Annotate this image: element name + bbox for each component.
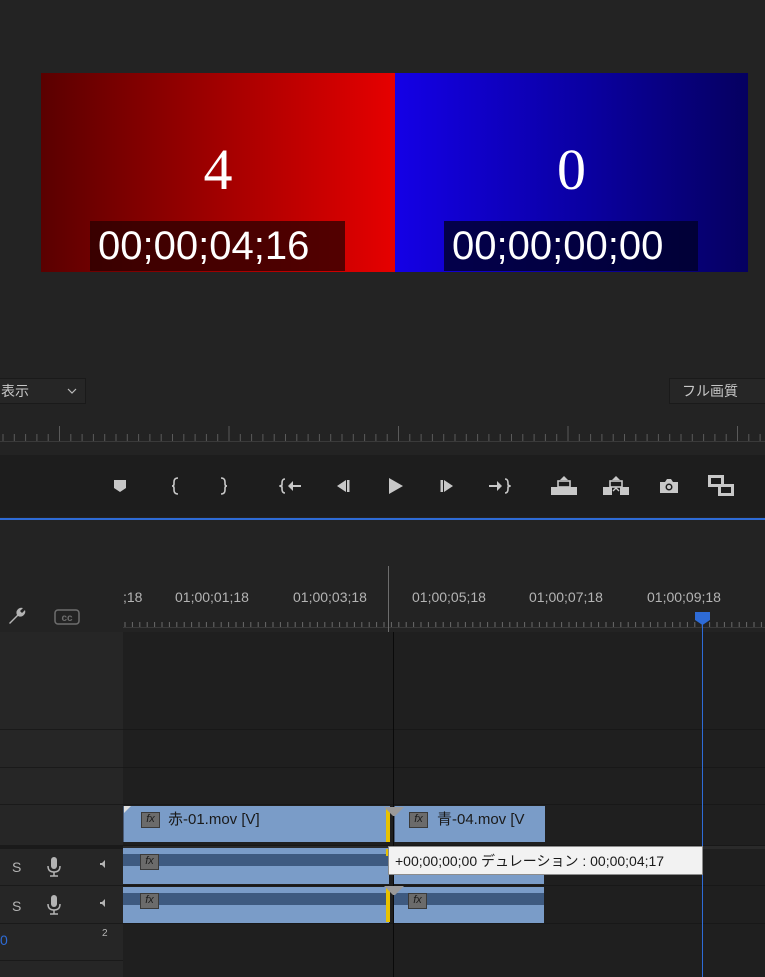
mark-out-button[interactable] <box>205 466 241 506</box>
lift-icon <box>551 476 577 495</box>
lift-button[interactable] <box>546 466 582 506</box>
audio-clip-blue-a2[interactable]: fx <box>394 887 544 923</box>
roll-edit-icon <box>384 806 404 824</box>
fx-badge: fx <box>408 893 427 909</box>
wrench-icon[interactable] <box>6 605 28 632</box>
add-marker-button[interactable] <box>102 466 138 506</box>
video-frame-red: 4 00;00;04;16 <box>41 73 395 272</box>
red-number: 4 <box>203 137 233 202</box>
compare-view-button[interactable] <box>703 466 739 506</box>
channel-count: 2 <box>102 928 108 939</box>
track-divider <box>123 767 765 768</box>
edit-tooltip: +00;00;00;00 デュレーション : 00;00;04;17 <box>388 846 703 875</box>
track-divider <box>0 960 123 961</box>
go-to-out-icon <box>489 478 511 494</box>
microphone-icon[interactable] <box>46 856 62 883</box>
roll-edit-icon <box>384 885 404 903</box>
audio-waveform <box>123 854 389 866</box>
ruler-label: 01;00;05;18 <box>412 589 486 605</box>
view-dropdown[interactable]: 表示 <box>0 378 86 404</box>
fx-badge: fx <box>141 812 160 828</box>
ruler-label: 01;00;07;18 <box>529 589 603 605</box>
monitor-mini-ruler[interactable] <box>0 426 765 442</box>
audio-clip-red-a2[interactable]: fx <box>123 887 389 923</box>
marker-icon <box>114 480 126 492</box>
export-frame-button[interactable] <box>651 466 687 506</box>
solo-toggle[interactable]: S <box>12 898 21 914</box>
track-divider <box>123 885 765 886</box>
track-divider <box>123 729 765 730</box>
brace-left-icon <box>171 477 179 495</box>
fx-badge: fx <box>409 812 428 828</box>
red-timecode: 00;00;04;16 <box>90 221 345 271</box>
blue-number: 0 <box>557 137 586 202</box>
track-divider <box>0 767 123 768</box>
go-to-in-button[interactable] <box>273 466 309 506</box>
view-dropdown-label: 表示 <box>1 383 29 399</box>
quality-dropdown-label: フル画質 <box>682 383 738 399</box>
ruler-label: 01;00;03;18 <box>293 589 367 605</box>
blue-timecode: 00;00;00;00 <box>444 221 698 271</box>
track-divider <box>0 804 123 805</box>
captions-icon[interactable]: cc <box>54 609 80 630</box>
fx-badge: fx <box>140 893 159 909</box>
edit-cursor-line <box>393 632 394 977</box>
extract-icon <box>603 476 629 495</box>
go-to-in-icon <box>279 478 301 494</box>
ruler-label: ;18 <box>123 589 143 605</box>
solo-toggle[interactable]: S <box>12 859 21 875</box>
video-clip-red[interactable]: fx 赤-01.mov [V] <box>123 806 390 842</box>
svg-text:cc: cc <box>61 613 73 624</box>
clip-corner-icon <box>124 806 131 813</box>
ruler-ticks <box>123 622 765 628</box>
clip-name: 赤-01.mov [V] <box>168 811 260 828</box>
mark-in-button[interactable] <box>158 466 194 506</box>
audio-waveform <box>123 893 389 905</box>
step-forward-button[interactable] <box>430 466 466 506</box>
track-divider <box>123 804 765 805</box>
master-track-value[interactable]: 0 <box>0 932 8 948</box>
track-divider <box>0 845 123 849</box>
video-clip-blue[interactable]: fx 青-04.mov [V <box>394 806 545 842</box>
step-back-icon <box>337 480 350 492</box>
ruler-label: 01;00;09;18 <box>647 589 721 605</box>
playhead-line <box>702 622 703 977</box>
speaker-icon <box>99 894 107 912</box>
audio-clip-red-a1[interactable]: fx <box>123 848 389 884</box>
track-divider <box>0 729 123 730</box>
compare-view-icon <box>708 475 734 496</box>
microphone-icon[interactable] <box>46 894 62 921</box>
go-to-out-button[interactable] <box>481 466 517 506</box>
track-divider <box>123 923 765 924</box>
extract-button[interactable] <box>598 466 634 506</box>
step-back-button[interactable] <box>324 466 360 506</box>
track-divider <box>0 923 123 924</box>
camera-icon <box>660 479 678 493</box>
play-icon <box>389 478 403 494</box>
speaker-icon <box>99 855 107 873</box>
track-divider <box>0 885 123 886</box>
playhead-handle[interactable] <box>694 611 711 626</box>
fx-badge: fx <box>140 854 159 870</box>
video-frame-blue: 0 00;00;00;00 <box>395 73 748 272</box>
play-button[interactable] <box>377 466 413 506</box>
chevron-down-icon <box>67 379 77 412</box>
quality-dropdown[interactable]: フル画質 <box>669 378 765 404</box>
step-forward-icon <box>440 480 453 492</box>
ruler-label: 01;00;01;18 <box>175 589 249 605</box>
edit-cursor-line-top <box>388 566 389 632</box>
brace-right-icon <box>220 477 228 495</box>
clip-name: 青-04.mov [V <box>437 811 525 828</box>
